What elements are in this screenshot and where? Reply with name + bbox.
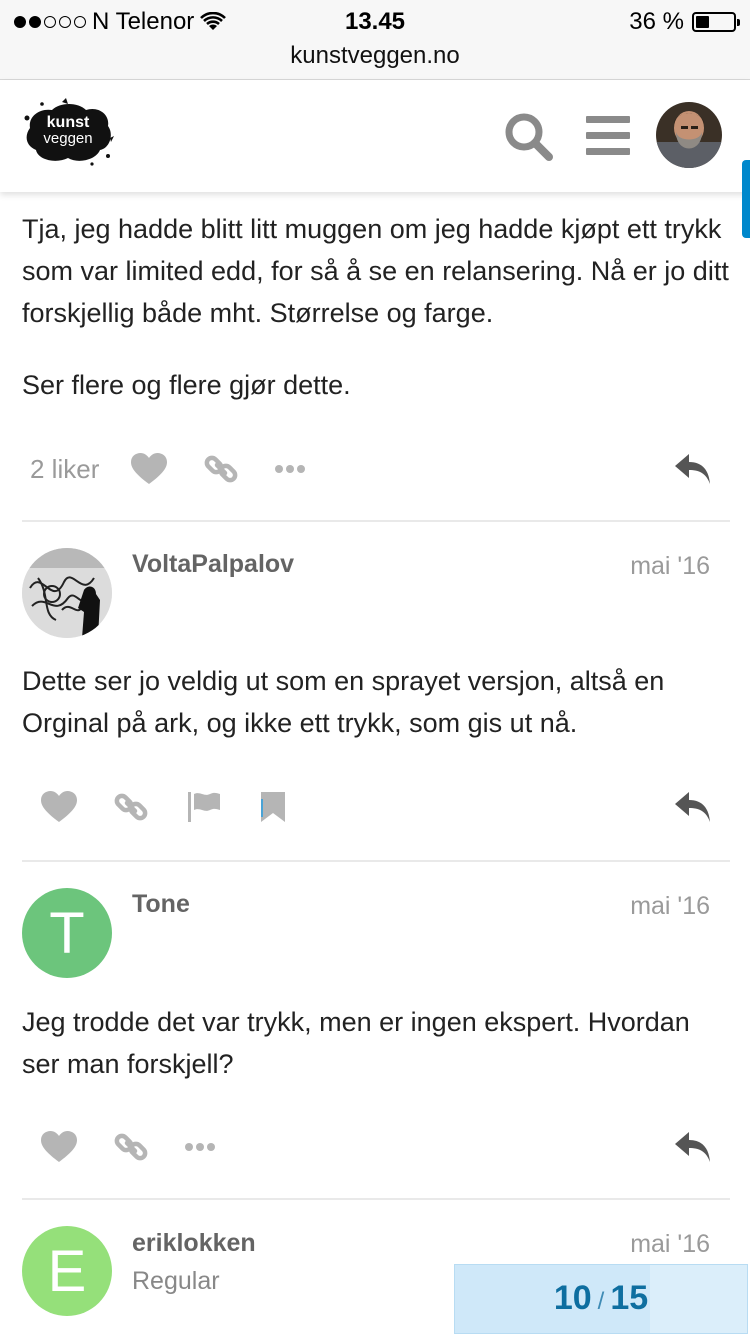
status-right: 36 % — [629, 8, 740, 36]
post-paragraph: Ser flere og flere gjør dette. — [22, 370, 351, 400]
battery-level — [696, 16, 709, 28]
link-icon — [114, 1133, 148, 1161]
link-icon — [114, 793, 148, 821]
post-paragraph: Dette ser jo veldig ut som en sprayet ve… — [22, 666, 665, 738]
post-2-body: Dette ser jo veldig ut som en sprayet ve… — [22, 660, 734, 744]
logo-word-veggen: veggen — [43, 130, 93, 147]
hamburger-menu-icon — [586, 116, 632, 155]
share-link-button[interactable] — [114, 782, 148, 832]
browser-url[interactable]: kunstveggen.no — [0, 42, 750, 70]
battery-percent: 36 % — [629, 8, 684, 35]
avatar-artwork — [22, 548, 112, 638]
post-1-actions: 2 liker — [22, 444, 730, 494]
site-logo[interactable]: kunst veggen — [22, 98, 114, 168]
share-link-button[interactable] — [204, 444, 238, 494]
avatar-photo — [656, 102, 722, 168]
search-button[interactable] — [504, 112, 554, 162]
user-avatar-eriklokken[interactable]: E — [22, 1226, 112, 1316]
reply-icon — [675, 1132, 710, 1162]
post-2-actions — [22, 782, 730, 832]
progress-separator: / — [597, 1288, 605, 1315]
hamburger-menu-button[interactable] — [586, 116, 632, 156]
post-divider — [22, 520, 730, 522]
heart-icon — [41, 1131, 77, 1162]
like-button[interactable] — [40, 782, 78, 832]
post-username[interactable]: VoltaPalpalov — [132, 550, 294, 579]
share-link-button[interactable] — [114, 1122, 148, 1172]
battery-icon — [692, 12, 740, 32]
bookmark-button[interactable] — [260, 782, 286, 832]
heart-icon — [41, 791, 77, 822]
topic-progress-label: 10/15 — [455, 1279, 747, 1318]
reply-button[interactable] — [674, 1122, 712, 1172]
avatar-letter: T — [49, 900, 85, 966]
user-avatar-voltapalpalov[interactable] — [22, 548, 112, 638]
post-date[interactable]: mai '16 — [630, 892, 710, 921]
post-date[interactable]: mai '16 — [630, 552, 710, 581]
user-avatar[interactable] — [656, 102, 722, 168]
more-actions-button[interactable] — [184, 1122, 216, 1172]
post-3-body: Jeg trodde det var trykk, men er ingen e… — [22, 1001, 734, 1085]
flag-button[interactable] — [186, 782, 222, 832]
post-3-actions — [22, 1122, 730, 1172]
link-icon — [204, 455, 238, 483]
like-button[interactable] — [40, 1122, 78, 1172]
timeline-scroll-handle[interactable] — [742, 160, 750, 238]
reply-icon — [675, 792, 710, 822]
reply-button[interactable] — [674, 782, 712, 832]
avatar-letter: E — [47, 1238, 87, 1304]
post-username[interactable]: eriklokken — [132, 1229, 256, 1258]
search-icon — [505, 113, 553, 161]
user-avatar-tone[interactable]: T — [22, 888, 112, 978]
like-count[interactable]: 2 liker — [30, 444, 99, 494]
post-divider — [22, 1198, 730, 1200]
more-actions-button[interactable] — [274, 444, 306, 494]
bookmark-icon — [261, 792, 285, 822]
user-title: Regular — [132, 1267, 220, 1295]
post-paragraph: Jeg trodde det var trykk, men er ingen e… — [22, 1007, 690, 1079]
site-header: kunst veggen — [0, 80, 750, 192]
post-username[interactable]: Tone — [132, 890, 190, 919]
post-1-body: Tja, jeg hadde blitt litt muggen om jeg … — [22, 208, 734, 406]
ellipsis-icon — [275, 465, 305, 473]
ellipsis-icon — [185, 1143, 215, 1151]
status-bar: N Telenor 13.45 36 % kunstveggen.no — [0, 0, 750, 80]
progress-current: 10 — [553, 1279, 592, 1317]
post-date[interactable]: mai '16 — [630, 1230, 710, 1259]
reply-icon — [675, 454, 710, 484]
post-divider — [22, 860, 730, 862]
topic-progress[interactable]: 10/15 — [454, 1264, 748, 1334]
post-paragraph: Tja, jeg hadde blitt litt muggen om jeg … — [22, 214, 729, 328]
flag-icon — [188, 792, 220, 822]
heart-icon — [131, 453, 167, 484]
logo-word-kunst: kunst — [46, 114, 90, 131]
reply-button[interactable] — [674, 444, 712, 494]
progress-total: 15 — [610, 1279, 649, 1317]
like-button[interactable] — [130, 444, 168, 494]
